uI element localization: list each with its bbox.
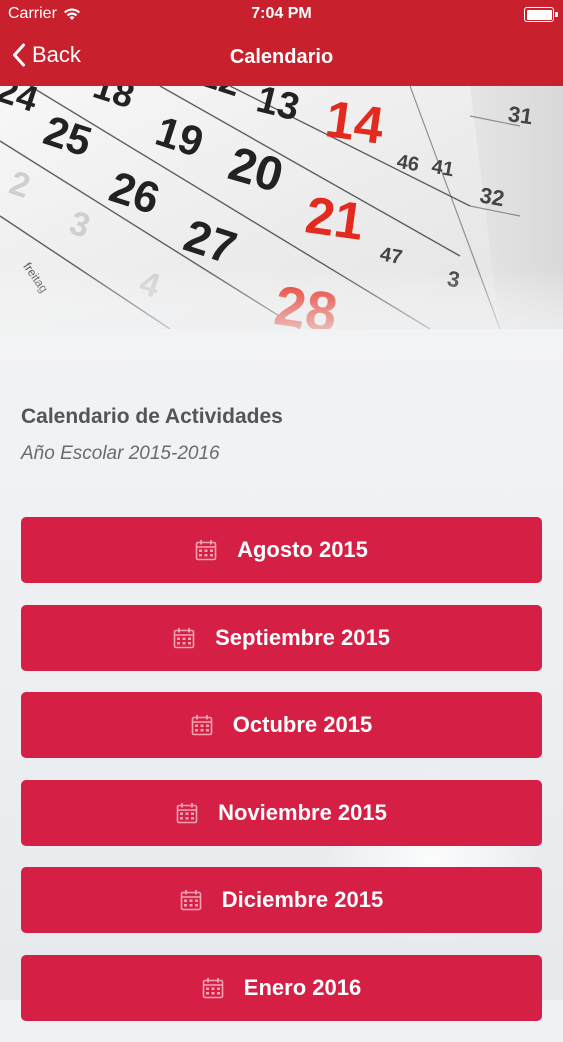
page-title: Calendario [229,46,334,68]
month-list: Agosto 2015 Septiembre 2015 Octubre 2015 [21,517,542,1042]
month-button-enero[interactable]: Enero 2016 [21,954,542,1021]
month-button-septiembre[interactable]: Septiembre 2015 [21,604,542,671]
month-label: Agosto 2015 [237,537,368,562]
month-button-diciembre[interactable]: Diciembre 2015 [21,867,542,933]
navigation-bar: Back Calendario [0,30,563,86]
battery-icon [524,7,558,22]
month-label: Noviembre 2015 [218,799,387,825]
month-button-noviembre[interactable]: Noviembre 2015 [21,779,542,846]
month-label: Enero 2016 [243,974,362,1000]
section-heading: Calendario de Actividades [21,405,283,428]
status-bar: Carrier 7:04 PM [0,0,563,30]
month-button-octubre[interactable]: Octubre 2015 [21,692,542,758]
month-button-agosto[interactable]: Agosto 2015 [21,517,542,583]
calendar-icon [173,627,195,648]
month-label: Diciembre 2015 [221,887,384,912]
month-label: Octubre 2015 [232,712,373,737]
calendar-icon [176,802,198,823]
calendar-icon [202,977,224,998]
calendar-icon [180,890,202,911]
calendar-icon [195,540,217,561]
calendar-icon [191,715,213,736]
section-subheading: Año Escolar 2015-2016 [21,443,220,464]
calendar-hero-image: 24 18 12 13 14 31 25 19 20 46 41 32 26 2… [0,86,563,329]
content-area: Calendario de Actividades Año Escolar 20… [0,329,563,1021]
calendar-illustration: 24 18 12 13 14 31 25 19 20 46 41 32 26 2… [0,86,563,329]
month-label: Septiembre 2015 [215,624,390,650]
status-time: 7:04 PM [251,5,312,22]
